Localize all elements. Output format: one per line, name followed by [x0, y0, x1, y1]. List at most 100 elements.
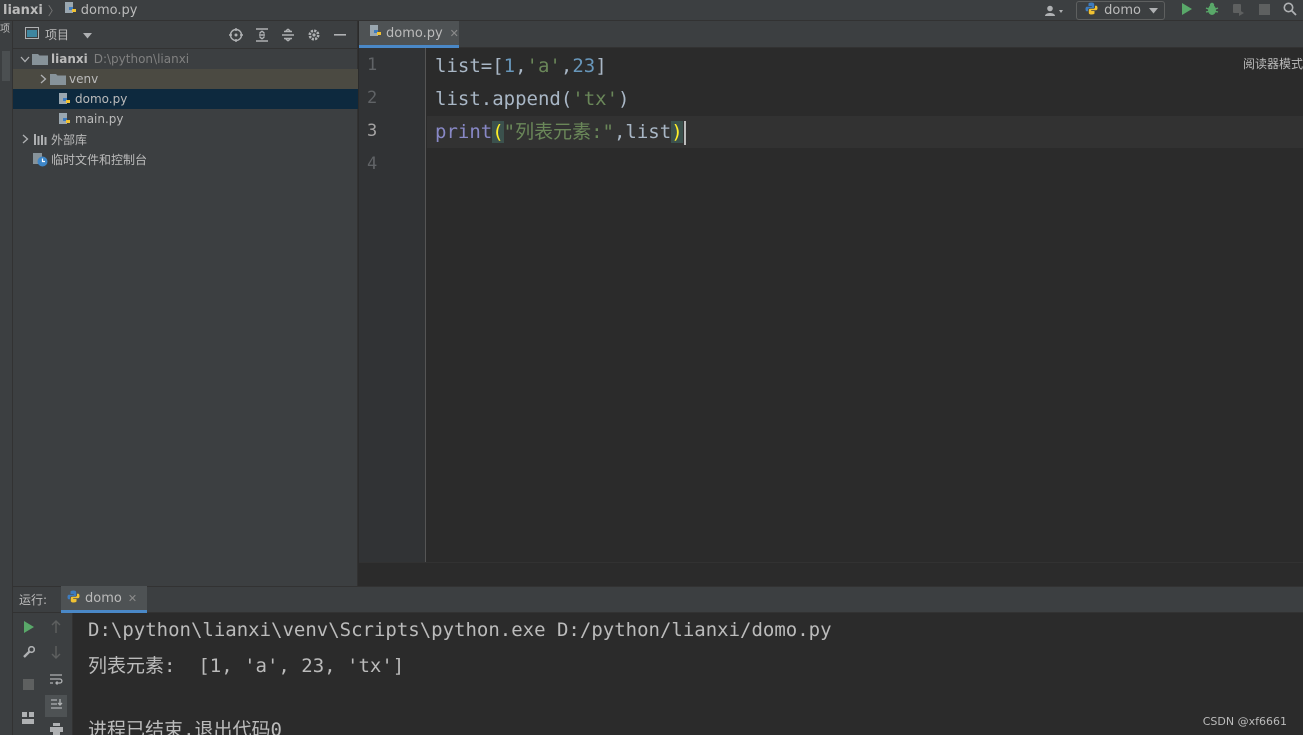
gear-icon[interactable]: [301, 21, 327, 49]
code-token: print: [435, 121, 493, 143]
scroll-to-end-icon: [50, 698, 63, 714]
tree-item-main-py[interactable]: main.py: [13, 109, 358, 129]
python-icon: [1085, 2, 1098, 19]
structure-icon[interactable]: [2, 51, 10, 81]
collapse-all-icon[interactable]: [275, 21, 301, 49]
tree-item-external-libraries[interactable]: 外部库: [13, 129, 358, 149]
python-file-icon: [64, 1, 77, 19]
code-token: ): [671, 121, 683, 143]
tree-item-root[interactable]: lianxi D:\python\lianxi: [13, 49, 358, 69]
line-number: 3: [367, 121, 378, 141]
tab-domo-py[interactable]: domo.py ✕: [359, 21, 459, 48]
rerun-button[interactable]: [17, 617, 39, 639]
stop-button[interactable]: [17, 675, 39, 697]
python-file-icon: [55, 109, 73, 129]
navigation-bar: lianxi 〉 domo.py domo: [0, 0, 1303, 21]
code-token: 'a': [526, 55, 561, 77]
run-button[interactable]: [1173, 0, 1199, 21]
reader-mode-button[interactable]: 阅读器模式: [1243, 55, 1303, 72]
tree-item-label: lianxi: [51, 52, 88, 66]
code-token: list.append(: [435, 88, 573, 110]
scratch-console-icon: [31, 149, 49, 169]
arrow-up-icon: [51, 620, 61, 636]
tree-item-venv[interactable]: venv: [13, 69, 358, 89]
settings-button[interactable]: [17, 643, 39, 665]
coverage-button[interactable]: [1225, 0, 1251, 21]
code-token: list=[: [435, 55, 504, 77]
run-label: 运行:: [19, 593, 48, 607]
soft-wrap-icon: [49, 673, 63, 689]
print-button[interactable]: [45, 719, 67, 735]
run-tab-domo[interactable]: domo ✕: [61, 586, 148, 613]
code-token: "列表元素:": [503, 121, 614, 143]
layout-button[interactable]: [17, 708, 39, 730]
run-configuration-label: domo: [1104, 3, 1141, 18]
coverage-icon: [1231, 2, 1245, 19]
run-console[interactable]: D:\python\lianxi\venv\Scripts\python.exe…: [73, 613, 1303, 735]
bug-icon: [1205, 2, 1219, 19]
console-line-command: D:\python\lianxi\venv\Scripts\python.exe…: [88, 619, 832, 641]
run-toolbar: [13, 613, 73, 735]
stop-icon: [1258, 3, 1270, 18]
breadcrumb-file[interactable]: domo.py: [81, 3, 138, 18]
tree-item-label: main.py: [75, 112, 124, 126]
line-number: 2: [367, 88, 378, 108]
close-icon[interactable]: ✕: [128, 592, 137, 605]
code-token: 'tx': [572, 88, 619, 110]
project-tree: lianxi D:\python\lianxi venv domo.py mai…: [13, 49, 358, 169]
python-file-icon: [55, 89, 73, 109]
code-token: 1: [503, 55, 516, 77]
project-view-title[interactable]: 项目: [45, 26, 69, 43]
python-icon: [67, 590, 80, 607]
run-configuration-select[interactable]: domo: [1076, 1, 1165, 20]
scroll-to-end-button[interactable]: [45, 695, 67, 717]
code-token: (: [492, 121, 504, 143]
wrench-icon: [22, 645, 35, 662]
expand-all-icon[interactable]: [249, 21, 275, 49]
tree-item-scratches[interactable]: 临时文件和控制台: [13, 149, 358, 169]
editor-horizontal-scroll-area[interactable]: [359, 562, 1303, 586]
chevron-down-icon: [1149, 3, 1158, 18]
run-tab-label: domo: [85, 590, 122, 606]
stop-button[interactable]: [1251, 0, 1277, 21]
folder-icon: [49, 69, 67, 89]
project-panel-tools: [223, 21, 353, 49]
project-view-icon: [25, 27, 39, 42]
soft-wrap-button[interactable]: [45, 670, 67, 692]
tab-label: domo.py: [386, 25, 443, 41]
watermark: CSDN @xf6661: [1202, 715, 1287, 728]
code-line[interactable]: list.append('tx'): [427, 83, 1303, 115]
layout-icon: [22, 711, 34, 727]
code-editor[interactable]: 1 2 3 4 list=[1,'a',23] list.append('tx'…: [359, 48, 1303, 562]
chevron-right-icon[interactable]: [37, 69, 49, 89]
breadcrumb-root[interactable]: lianxi: [0, 3, 43, 18]
code-token: ]: [595, 55, 607, 77]
tree-item-label: venv: [69, 72, 99, 86]
project-panel-header: 项目: [13, 21, 357, 49]
code-token: ,list: [613, 121, 672, 143]
python-file-icon: [369, 24, 382, 42]
text-caret: [683, 120, 686, 145]
project-panel: 项目 lianxi D:\python\lianxi venv domo.py: [13, 21, 358, 586]
account-icon[interactable]: [1040, 0, 1070, 21]
chevron-right-icon[interactable]: [19, 129, 31, 149]
scroll-down-button[interactable]: [45, 643, 67, 665]
breadcrumb: lianxi 〉 domo.py: [0, 0, 137, 21]
tree-item-domo-py[interactable]: domo.py: [13, 89, 358, 109]
stop-icon: [22, 679, 34, 693]
run-tool-window-header: 运行: domo ✕: [13, 586, 1303, 613]
toolbar: domo: [1040, 0, 1303, 21]
search-everywhere-button[interactable]: [1277, 0, 1303, 21]
chevron-down-icon[interactable]: [83, 28, 93, 42]
chevron-down-icon[interactable]: [19, 49, 31, 69]
locate-icon[interactable]: [223, 21, 249, 49]
project-tool-window-button[interactable]: 项: [0, 25, 13, 35]
minimize-icon[interactable]: [327, 21, 353, 49]
code-line-current[interactable]: print("列表元素:",list): [427, 116, 1303, 148]
close-icon[interactable]: ✕: [450, 27, 459, 40]
printer-icon: [49, 722, 63, 735]
debug-button[interactable]: [1199, 0, 1225, 21]
scroll-up-button[interactable]: [45, 617, 67, 639]
code-token: 23: [572, 55, 596, 77]
code-line[interactable]: list=[1,'a',23]: [427, 50, 1303, 82]
